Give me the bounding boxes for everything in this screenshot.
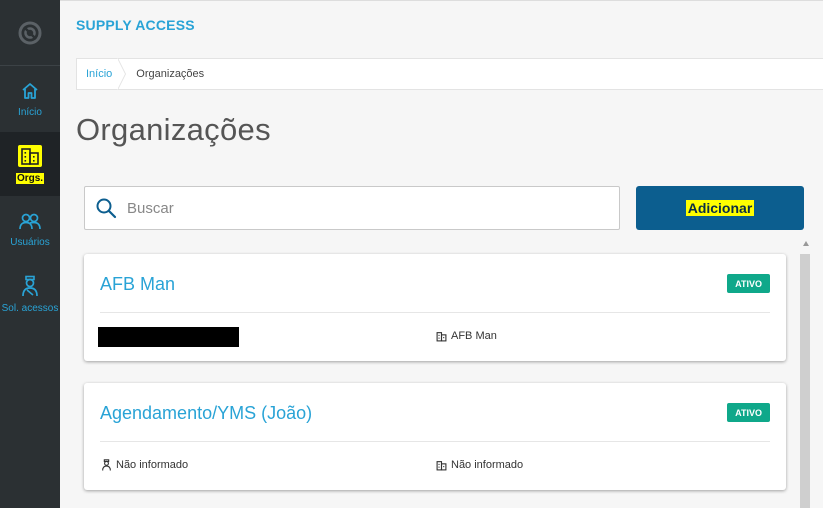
- organization-name-link[interactable]: AFB Man: [100, 274, 175, 295]
- search-input[interactable]: [127, 188, 619, 228]
- app-logo[interactable]: [0, 0, 60, 66]
- sidebar-item-inicio[interactable]: Início: [0, 67, 60, 131]
- breadcrumb-current: Organizações: [136, 68, 205, 80]
- card-divider: [100, 441, 770, 442]
- organization-field-value: Não informado: [451, 459, 524, 471]
- building-icon: [436, 460, 447, 471]
- building-icon: [436, 331, 447, 342]
- search-icon: [96, 198, 117, 219]
- app-title: SUPPLY ACCESS: [76, 17, 195, 33]
- page-title: Organizações: [76, 112, 271, 147]
- organization-field-value: AFB Man: [451, 330, 497, 342]
- building-icon: [18, 144, 42, 167]
- sidebar-item-usuarios[interactable]: Usuários: [0, 197, 60, 261]
- scrollbar[interactable]: [800, 236, 812, 508]
- user-access-icon: [22, 275, 38, 296]
- breadcrumb: Início Organizações: [76, 58, 823, 90]
- organization-field: AFB Man: [436, 330, 497, 342]
- sidebar-item-label: Início: [18, 106, 42, 118]
- sidebar-item-label: Sol. acessos: [1, 302, 59, 314]
- users-icon: [19, 213, 41, 229]
- responsible-field-value: Não informado: [116, 459, 189, 471]
- logo-icon: [18, 21, 42, 44]
- user-access-icon: [101, 459, 112, 471]
- sidebar-item-sol-acessos[interactable]: Sol. acessos: [0, 262, 60, 326]
- organization-name-link[interactable]: Agendamento/YMS (João): [100, 403, 312, 424]
- organization-card: Agendamento/YMS (João) ATIVO Não informa…: [84, 383, 786, 490]
- divider: [60, 0, 823, 1]
- home-icon: [22, 82, 38, 99]
- responsible-field: Não informado: [101, 459, 188, 471]
- main-content: SUPPLY ACCESS Início Organizações Organi…: [60, 0, 823, 508]
- card-divider: [100, 312, 770, 313]
- redacted-field: [98, 327, 239, 347]
- breadcrumb-separator: [117, 58, 134, 90]
- sidebar-item-label: Usuários: [10, 236, 50, 248]
- scroll-up-arrow-icon[interactable]: [803, 241, 809, 246]
- organization-card: AFB Man ATIVO AFB Man: [84, 254, 786, 361]
- add-organization-button[interactable]: Adicionar: [636, 186, 804, 230]
- organization-field: Não informado: [436, 459, 523, 471]
- status-badge: ATIVO: [727, 403, 770, 422]
- add-button-label: Adicionar: [685, 200, 755, 216]
- status-badge: ATIVO: [727, 274, 770, 293]
- search-box[interactable]: [84, 186, 620, 230]
- sidebar-item-orgs[interactable]: Orgs.: [0, 132, 60, 196]
- scroll-thumb[interactable]: [800, 254, 810, 508]
- sidebar: Início Orgs. Usuários Sol. acessos: [0, 0, 60, 508]
- sidebar-item-label: Orgs.: [15, 172, 45, 184]
